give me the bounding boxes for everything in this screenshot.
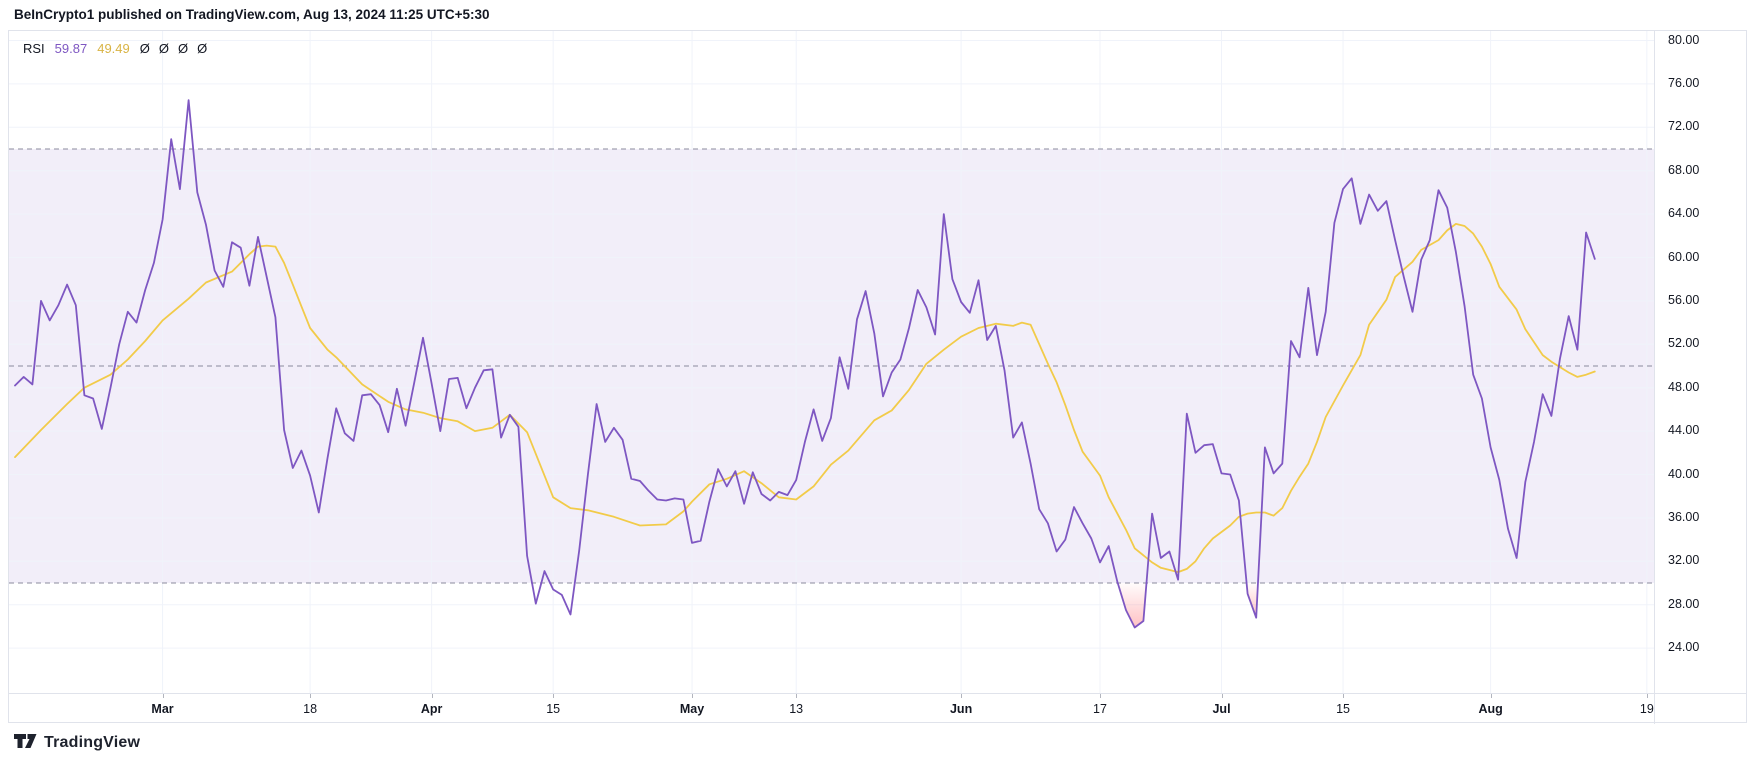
indicator-legend: RSI 59.87 49.49 ØØØØ xyxy=(23,41,207,56)
axis-corner xyxy=(1654,693,1747,724)
price-axis-label: 56.00 xyxy=(1668,292,1700,307)
time-axis-label: 17 xyxy=(1093,702,1107,716)
time-axis[interactable]: Mar 18 Apr 15 May 13 Jun 17 Jul 15 Aug 19 xyxy=(9,693,1654,724)
time-axis-label: Aug xyxy=(1478,702,1503,716)
rsi-chart-svg[interactable] xyxy=(9,31,1654,693)
time-axis-label: Apr xyxy=(420,702,443,716)
time-axis-label: Jun xyxy=(949,702,973,716)
price-axis-label: 28.00 xyxy=(1668,596,1700,611)
price-axis-label: 52.00 xyxy=(1668,336,1700,351)
null-value-symbol: Ø xyxy=(178,41,189,56)
time-axis-tick xyxy=(1646,694,1648,698)
time-axis-label: 13 xyxy=(789,702,804,716)
page-title: BeInCrypto1 published on TradingView.com… xyxy=(14,7,490,22)
price-axis-label: 40.00 xyxy=(1668,466,1700,481)
tradingview-logo-icon[interactable] xyxy=(14,733,37,752)
ma-last-value: 49.49 xyxy=(97,41,130,56)
price-axis-label: 64.00 xyxy=(1668,206,1700,221)
tradingview-published-chart: BeInCrypto1 published on TradingView.com… xyxy=(0,0,1755,768)
tradingview-logo-text[interactable]: TradingView xyxy=(44,734,140,752)
rsi-pane[interactable]: RSI 59.87 49.49 ØØØØ xyxy=(9,31,1654,693)
price-axis-label: 48.00 xyxy=(1668,379,1700,394)
rsi-last-value: 59.87 xyxy=(54,41,88,56)
null-value-symbol: Ø xyxy=(197,41,208,56)
price-axis-label: 60.00 xyxy=(1668,249,1700,264)
time-axis-tick xyxy=(1221,694,1223,698)
time-axis-tick xyxy=(310,694,312,698)
price-axis-label: 80.00 xyxy=(1668,32,1700,47)
price-axis-label: 44.00 xyxy=(1668,423,1700,438)
time-axis-label: Jul xyxy=(1212,702,1231,716)
time-axis-label: Mar xyxy=(151,702,174,716)
chart-frame: RSI 59.87 49.49 ØØØØ 80.00 76.00 72.00 68.0… xyxy=(8,30,1747,724)
price-axis-label: 76.00 xyxy=(1668,75,1700,90)
null-value-symbol: Ø xyxy=(158,41,170,56)
time-axis-label: 15 xyxy=(546,702,561,716)
time-axis-label: 15 xyxy=(1336,702,1350,716)
footer: TradingView xyxy=(14,733,140,752)
time-axis-tick xyxy=(1490,694,1492,698)
price-axis-label: 72.00 xyxy=(1668,119,1700,134)
price-axis-label: 32.00 xyxy=(1668,553,1700,568)
time-axis-tick xyxy=(961,694,963,698)
time-axis-label: May xyxy=(679,702,705,716)
time-axis-tick xyxy=(431,694,433,698)
time-axis-tick xyxy=(796,694,798,698)
price-axis-label: 36.00 xyxy=(1668,509,1700,524)
time-axis-tick xyxy=(1343,694,1345,698)
time-axis-tick xyxy=(692,694,694,698)
null-value-symbol: Ø xyxy=(139,41,150,56)
indicator-name: RSI xyxy=(23,41,45,56)
price-axis[interactable]: 80.00 76.00 72.00 68.00 64.00 60.00 56.00 52.00… xyxy=(1654,31,1747,693)
empty-value-symbols: ØØØØ xyxy=(140,41,208,56)
price-axis-label: 24.00 xyxy=(1668,640,1700,655)
time-axis-tick xyxy=(162,694,164,698)
price-axis-label: 68.00 xyxy=(1668,162,1700,177)
time-axis-tick xyxy=(553,694,555,698)
time-axis-label: 18 xyxy=(303,702,318,716)
time-axis-tick xyxy=(1100,694,1101,698)
